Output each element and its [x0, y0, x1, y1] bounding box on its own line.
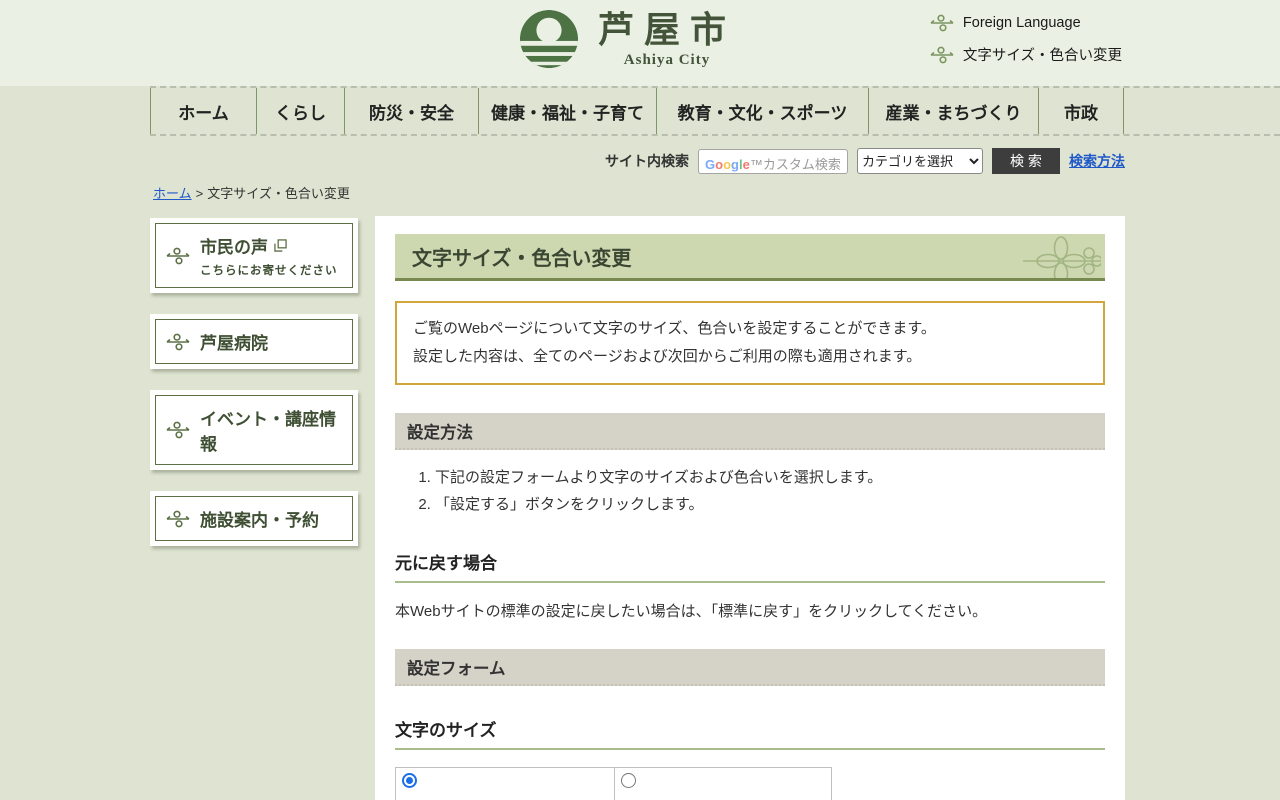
sidebar-label-shisetsu-yoyaku: 施設案内・予約: [200, 506, 319, 531]
sidebar-item-shimin-no-koe[interactable]: 市民の声 こちらにお寄せください: [150, 218, 358, 293]
nav-item-home[interactable]: ホーム: [150, 88, 256, 134]
city-name-block: 芦屋市 Ashiya City: [598, 8, 736, 69]
site-header: 芦屋市 Ashiya City Foreign Language: [0, 0, 1280, 86]
intro-line2: 設定した内容は、全てのページおよび次回からご利用の際も適用されます。: [413, 343, 1087, 371]
nav-item-bousai[interactable]: 防災・安全: [344, 88, 478, 134]
city-name-en: Ashiya City: [598, 52, 736, 69]
main-content: 文字サイズ・色合い変更 ご覧のWebページについて文字のサイズ、色: [375, 216, 1125, 800]
page: 芦屋市 Ashiya City Foreign Language: [0, 0, 1280, 800]
side-card-inner: 芦屋病院: [155, 319, 353, 364]
howto-heading: 設定方法: [395, 413, 1105, 450]
content-layout: 市民の声 こちらにお寄せください: [150, 216, 1280, 800]
global-nav: ホーム くらし 防災・安全 健康・福祉・子育て 教育・文化・スポーツ 産業・まち…: [150, 86, 1280, 136]
search-help-link[interactable]: 検索方法: [1069, 151, 1125, 171]
form-heading: 設定フォーム: [395, 649, 1105, 686]
branch-icon: [166, 510, 190, 528]
nav-item-kyouiku[interactable]: 教育・文化・スポーツ: [656, 88, 868, 134]
sidebar-item-event-kouza[interactable]: イベント・講座情報: [150, 390, 358, 470]
text-size-color-link[interactable]: 文字サイズ・色合い変更: [930, 44, 1122, 65]
nav-item-kurashi[interactable]: くらし: [256, 88, 344, 134]
intro-box: ご覧のWebページについて文字のサイズ、色合いを設定することができます。 設定し…: [395, 301, 1105, 385]
city-emblem-icon: [518, 8, 580, 70]
breadcrumb-separator: >: [196, 186, 204, 201]
breadcrumb: ホーム >文字サイズ・色合い変更: [153, 183, 1280, 202]
nav-item-shisei[interactable]: 市政: [1038, 88, 1124, 134]
fontsize-heading: 文字のサイズ: [395, 716, 1105, 750]
text-size-color-label: 文字サイズ・色合い変更: [963, 44, 1122, 65]
sidebar-item-ashiya-hospital[interactable]: 芦屋病院: [150, 314, 358, 369]
side-card-text: 市民の声 こちらにお寄せください: [200, 233, 338, 278]
howto-step-2: 「設定する」ボタンをクリックします。: [435, 491, 1105, 519]
branch-icon: [166, 333, 190, 351]
search-category-select[interactable]: カテゴリを選択: [857, 148, 983, 174]
branch-icon: [166, 247, 190, 265]
foreign-language-link[interactable]: Foreign Language: [930, 14, 1122, 32]
foreign-language-label: Foreign Language: [963, 15, 1081, 31]
search-label: サイト内検索: [605, 151, 689, 171]
sidebar-label-event-kouza: イベント・講座情報: [200, 405, 342, 455]
nav-item-kenkou[interactable]: 健康・福祉・子育て: [478, 88, 656, 134]
page-title: 文字サイズ・色合い変更: [412, 242, 631, 271]
branch-icon: [930, 46, 954, 64]
sidebar-item-shisetsu-yoyaku[interactable]: 施設案内・予約: [150, 491, 358, 546]
branch-icon: [166, 421, 190, 439]
fontsize-radio-large[interactable]: [402, 773, 417, 788]
flourish-ornament-icon: [1023, 235, 1101, 281]
search-input-wrap: Google™カスタム検索: [698, 149, 848, 174]
howto-step-1: 下記の設定フォームより文字のサイズおよび色合いを選択します。: [435, 464, 1105, 492]
fontsize-radio-standard[interactable]: [621, 773, 636, 788]
restore-text: 本Webサイトの標準の設定に戻したい場合は、「標準に戻す」をクリックしてください…: [395, 600, 1105, 621]
sidebar: 市民の声 こちらにお寄せください: [150, 218, 358, 567]
search-button[interactable]: 検 索: [992, 148, 1060, 174]
side-card-inner: イベント・講座情報: [155, 395, 353, 465]
fontsize-options: 文字サイズ・色合い ご覧のWebページについて文 文字サイズ・色合い変更 ご覧の…: [395, 767, 832, 800]
site-search: サイト内検索 Google™カスタム検索 カテゴリを選択 検 索 検索方法: [0, 148, 1125, 174]
page-title-banner: 文字サイズ・色合い変更: [395, 234, 1105, 281]
fontsize-option-large[interactable]: 文字サイズ・色合い ご覧のWebページについて文: [396, 768, 614, 800]
sidebar-sublabel-shimin-no-koe: こちらにお寄せください: [200, 262, 338, 278]
breadcrumb-current: 文字サイズ・色合い変更: [207, 186, 350, 201]
header-utility-links: Foreign Language 文字サイズ・色合い変更: [930, 14, 1122, 77]
side-card-inner: 施設案内・予約: [155, 496, 353, 541]
city-name: 芦屋市: [598, 8, 736, 52]
breadcrumb-home-link[interactable]: ホーム: [153, 186, 192, 201]
nav-item-sangyou[interactable]: 産業・まちづくり: [868, 88, 1038, 134]
search-input[interactable]: [698, 149, 848, 174]
side-card-inner: 市民の声 こちらにお寄せください: [155, 223, 353, 288]
fontsize-option-standard[interactable]: 文字サイズ・色合い変更 ご覧のWebページについて文字の 設定した内容は、全ての…: [614, 768, 832, 800]
sidebar-label-ashiya-hospital: 芦屋病院: [200, 329, 268, 354]
howto-steps: 下記の設定フォームより文字のサイズおよび色合いを選択します。 「設定する」ボタン…: [411, 464, 1105, 520]
branch-icon: [930, 14, 954, 32]
site-logo[interactable]: 芦屋市 Ashiya City: [518, 8, 736, 70]
restore-heading: 元に戻す場合: [395, 549, 1105, 583]
intro-line1: ご覧のWebページについて文字のサイズ、色合いを設定することができます。: [413, 315, 1087, 343]
external-link-icon: [274, 239, 287, 252]
sidebar-label-shimin-no-koe: 市民の声: [200, 233, 268, 258]
